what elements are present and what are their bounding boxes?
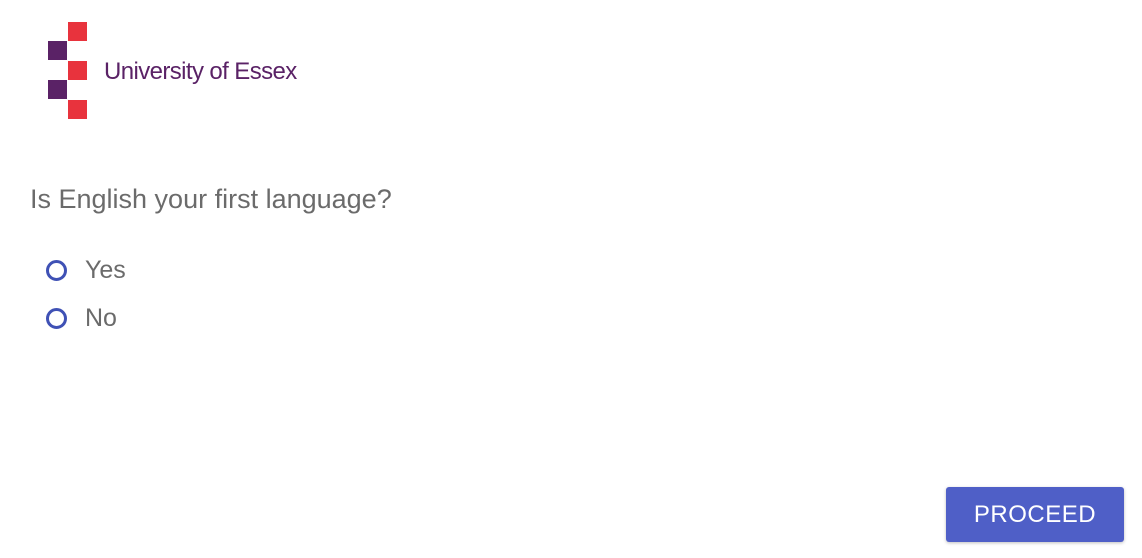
logo-square	[48, 80, 67, 99]
logo-square	[68, 61, 87, 80]
radio-option-label: Yes	[85, 255, 126, 284]
logo-square	[68, 22, 87, 41]
radio-unchecked-icon[interactable]	[46, 307, 67, 329]
proceed-button[interactable]: PROCEED	[946, 487, 1124, 542]
survey-page: University of Essex Is English your firs…	[0, 0, 1142, 558]
logo-square	[48, 41, 67, 60]
radio-option-yes[interactable]: Yes	[46, 254, 126, 286]
university-logo: University of Essex	[48, 22, 338, 122]
radio-option-label: No	[85, 303, 117, 332]
logo-wordmark: University of Essex	[104, 58, 297, 85]
radio-option-no[interactable]: No	[46, 302, 117, 334]
university-logo-mark	[48, 22, 88, 120]
logo-square	[68, 100, 87, 119]
radio-unchecked-icon[interactable]	[46, 259, 67, 281]
question-text: Is English your first language?	[30, 184, 392, 214]
